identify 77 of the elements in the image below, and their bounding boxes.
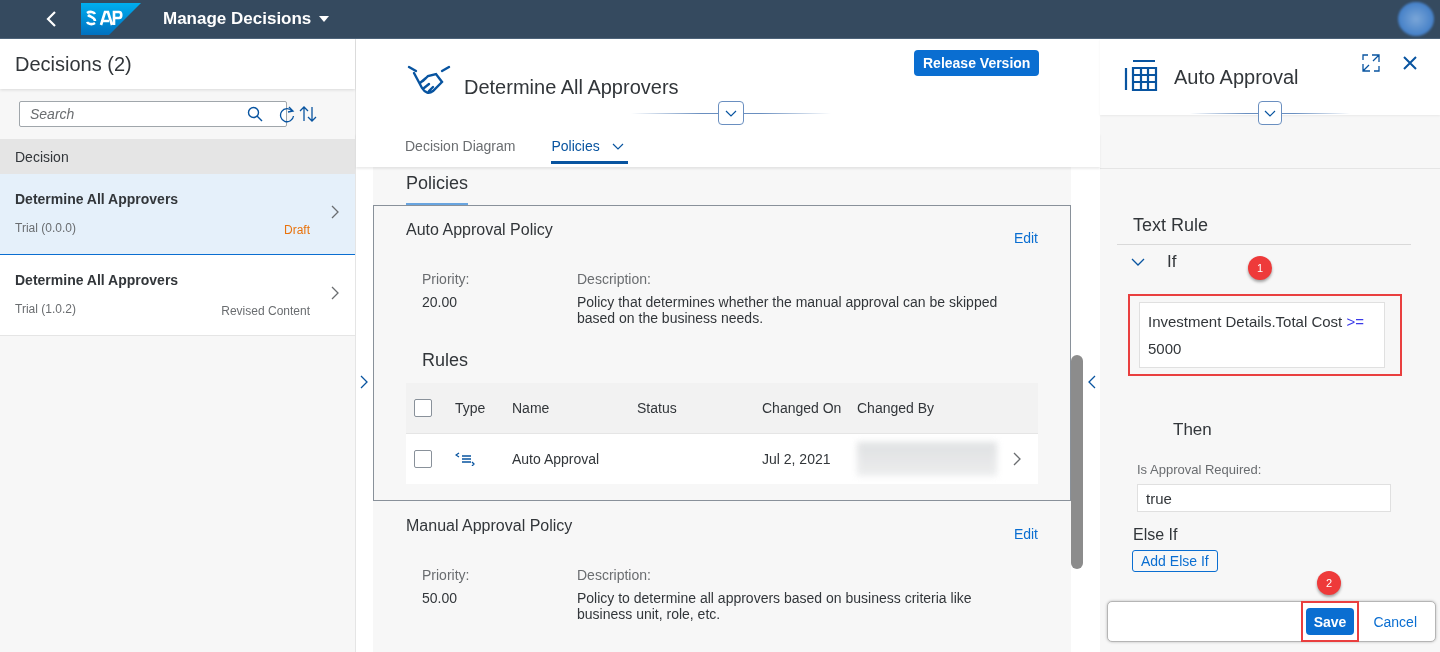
full-screen-icon[interactable] xyxy=(1362,54,1380,72)
step-badge: 1 xyxy=(1248,256,1272,280)
chevron-icon xyxy=(330,286,340,300)
scrollbar[interactable] xyxy=(1071,355,1083,569)
refresh-icon[interactable] xyxy=(279,106,295,123)
policy-card[interactable]: Manual Approval Policy Edit Priority: 50.00 Description: Policy to determine all approvers based on business criteria like business unit, role, etc. xyxy=(373,501,1071,639)
item-version: Trial (0.0.0) xyxy=(15,221,77,237)
item-title: Determine All Approvers xyxy=(15,272,180,288)
chevron-icon xyxy=(1012,452,1022,466)
section-title: Policies xyxy=(405,172,470,195)
item-title: Determine All Approvers xyxy=(15,191,180,207)
close-icon[interactable] xyxy=(1403,56,1417,70)
column-header: Changed On xyxy=(762,400,843,416)
avatar[interactable] xyxy=(1398,2,1434,36)
condition-field[interactable]: Investment Details.Total Cost >= 5000 xyxy=(1139,302,1385,368)
then-label: Then xyxy=(1173,420,1213,440)
item-version: Trial (1.0.2) xyxy=(15,302,77,318)
chevron-down-icon xyxy=(611,143,624,150)
add-else-if-button[interactable]: Add Else If xyxy=(1132,550,1218,572)
search-icon[interactable] xyxy=(247,106,263,122)
item-status: Revised Content xyxy=(221,304,311,318)
item-status: Draft xyxy=(284,223,311,237)
list-title: Decisions (2) xyxy=(15,52,132,76)
field-label: Is Approval Required: xyxy=(1137,462,1263,477)
back-icon[interactable] xyxy=(45,10,57,28)
priority-value: 50.00 xyxy=(422,590,459,606)
panel-title: Auto Approval xyxy=(1174,66,1299,89)
column-header: Decision xyxy=(15,148,69,165)
collapse-header-button[interactable] xyxy=(718,101,744,125)
step-badge: 2 xyxy=(1317,571,1341,595)
column-header: Status xyxy=(637,400,678,416)
edit-link[interactable]: Edit xyxy=(1013,230,1038,246)
description-text: Policy that determines whether the manual approval can be skipped based on the business needs. xyxy=(577,294,999,326)
list-item[interactable]: Determine All Approvers Trial (0.0.0) Draft xyxy=(0,174,355,255)
save-button[interactable]: Save xyxy=(1305,608,1355,635)
cancel-button[interactable]: Cancel xyxy=(1369,613,1421,630)
tab[interactable]: Policies xyxy=(551,133,628,164)
tab[interactable]: Decision Diagram xyxy=(405,133,520,164)
priority-label: Priority: xyxy=(422,271,471,287)
app-title[interactable]: Manage Decisions xyxy=(163,9,312,29)
row-checkbox[interactable] xyxy=(414,450,432,468)
chevron-down-icon[interactable] xyxy=(1131,257,1145,267)
sort-icon[interactable] xyxy=(299,105,317,123)
priority-label: Priority: xyxy=(422,567,471,583)
description-label: Description: xyxy=(577,271,652,287)
text-rule-icon xyxy=(455,452,475,466)
table-cell-text: Jul 2, 2021 xyxy=(762,451,832,467)
description-label: Description: xyxy=(577,567,652,583)
policy-card[interactable] xyxy=(373,205,1071,501)
select-all-checkbox[interactable] xyxy=(414,399,432,417)
dropdown-icon[interactable] xyxy=(319,16,330,22)
policy-title: Manual Approval Policy xyxy=(406,517,573,536)
release-version-button[interactable]: Release Version xyxy=(914,50,1040,76)
expand-icon[interactable] xyxy=(360,375,368,389)
chevron-icon xyxy=(330,205,340,219)
list-item[interactable]: Determine All Approvers Trial (1.0.2) Revised Content xyxy=(0,255,355,336)
if-label: If xyxy=(1167,252,1177,272)
priority-value: 20.00 xyxy=(422,294,459,310)
column-header: Changed By xyxy=(857,400,936,416)
chevron-down-icon xyxy=(725,109,737,117)
collapse-icon[interactable] xyxy=(1088,375,1096,389)
table-cell-text: Auto Approval xyxy=(512,451,601,467)
description-text: Policy to determine all approvers based on business criteria like business unit, role, etc. xyxy=(577,590,973,622)
chevron-down-icon xyxy=(1264,109,1276,117)
column-header: Name xyxy=(512,400,551,416)
table-icon xyxy=(1124,59,1158,91)
policy-title: Auto Approval Policy xyxy=(406,221,553,240)
collapse-header-button[interactable] xyxy=(1258,101,1282,125)
page-title: Determine All Approvers xyxy=(464,76,679,99)
section-title: Text Rule xyxy=(1133,215,1210,237)
input-field[interactable]: true xyxy=(1137,484,1391,512)
edit-link[interactable]: Edit xyxy=(1013,526,1038,542)
column-header: Type xyxy=(455,400,487,416)
else-if-label: Else If xyxy=(1133,526,1179,544)
search-field[interactable]: Search xyxy=(19,101,287,127)
rules-heading: Rules xyxy=(422,350,470,371)
sap-logo xyxy=(81,3,141,35)
